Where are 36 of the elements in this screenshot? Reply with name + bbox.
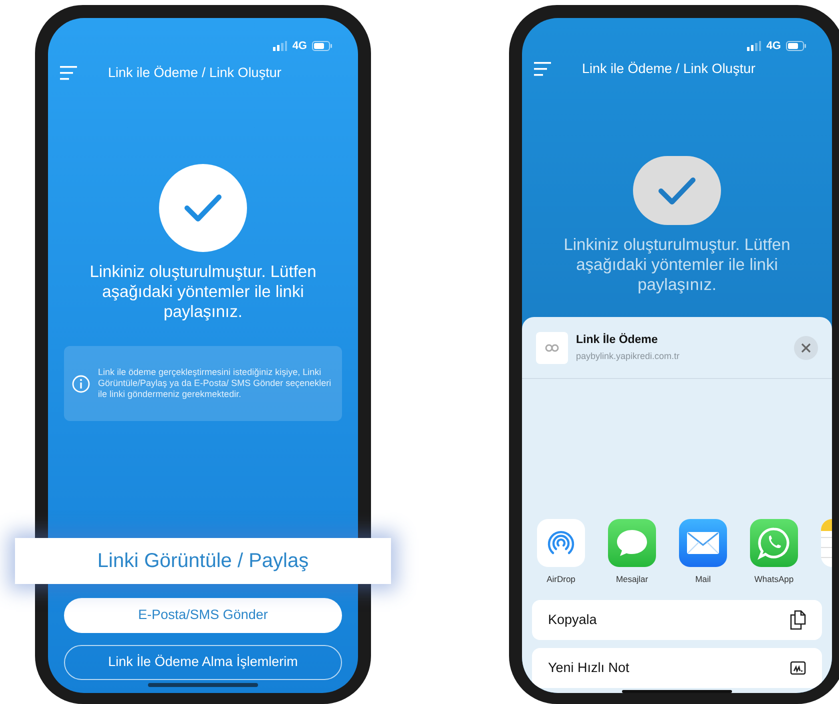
quick-note-action[interactable]: Yeni Hızlı Not xyxy=(532,648,822,688)
app-label: Mail xyxy=(695,573,711,586)
share-url: paybylink.yapikredi.com.tr xyxy=(576,350,681,363)
note-icon xyxy=(790,661,806,675)
messages-app-icon[interactable] xyxy=(608,519,656,568)
action-label: Kopyala xyxy=(548,610,597,629)
app-label: AirDrop xyxy=(546,573,576,586)
close-icon xyxy=(801,342,811,353)
network-label: 4G xyxy=(766,38,781,54)
copy-action[interactable]: Kopyala xyxy=(532,600,822,640)
action-label: Yeni Hızlı Not xyxy=(548,658,630,677)
mail-app-icon[interactable] xyxy=(679,519,727,568)
menu-icon[interactable] xyxy=(60,66,77,80)
app-label: WhatsApp xyxy=(754,573,794,586)
success-message: Linkiniz oluşturulmuştur. Lütfen aşağıdaki yöntemler ile linki paylaşınız. xyxy=(562,235,792,296)
success-message: Linkiniz oluşturulmuştur. Lütfen aşağıdaki yöntemler ile linki paylaşınız. xyxy=(88,262,318,322)
link-icon xyxy=(545,344,559,352)
signal-icon xyxy=(747,41,762,51)
battery-icon xyxy=(786,41,806,51)
share-title: Link İle Ödeme xyxy=(576,332,659,348)
network-label: 4G xyxy=(292,38,307,54)
info-text: Link ile ödeme gerçekleştirmesini istediğiniz kişiye, Linki Görüntüle/Paylaş ya da E-Posta/ SMS Gönder seçenekleri ile linki göndermeniz gerekmektedir. xyxy=(98,367,332,400)
page-title: Link ile Ödeme / Link Oluştur xyxy=(108,64,282,82)
copy-icon xyxy=(790,610,806,630)
airdrop-app-icon[interactable] xyxy=(537,519,585,568)
menu-icon[interactable] xyxy=(534,62,551,76)
battery-icon xyxy=(312,41,332,51)
email-sms-button[interactable]: E-Posta/SMS Gönder xyxy=(64,598,342,633)
signal-icon xyxy=(273,41,288,51)
whatsapp-app-icon[interactable] xyxy=(750,519,798,568)
view-share-link-button[interactable]: Linki Görüntüle / Paylaş xyxy=(15,538,391,584)
page-title: Link ile Ödeme / Link Oluştur xyxy=(582,60,756,78)
info-icon xyxy=(72,374,90,392)
app-label: Mesajlar xyxy=(616,573,648,586)
payment-history-button[interactable]: Link İle Ödeme Alma İşlemlerim xyxy=(64,645,342,680)
close-button[interactable] xyxy=(794,336,818,360)
